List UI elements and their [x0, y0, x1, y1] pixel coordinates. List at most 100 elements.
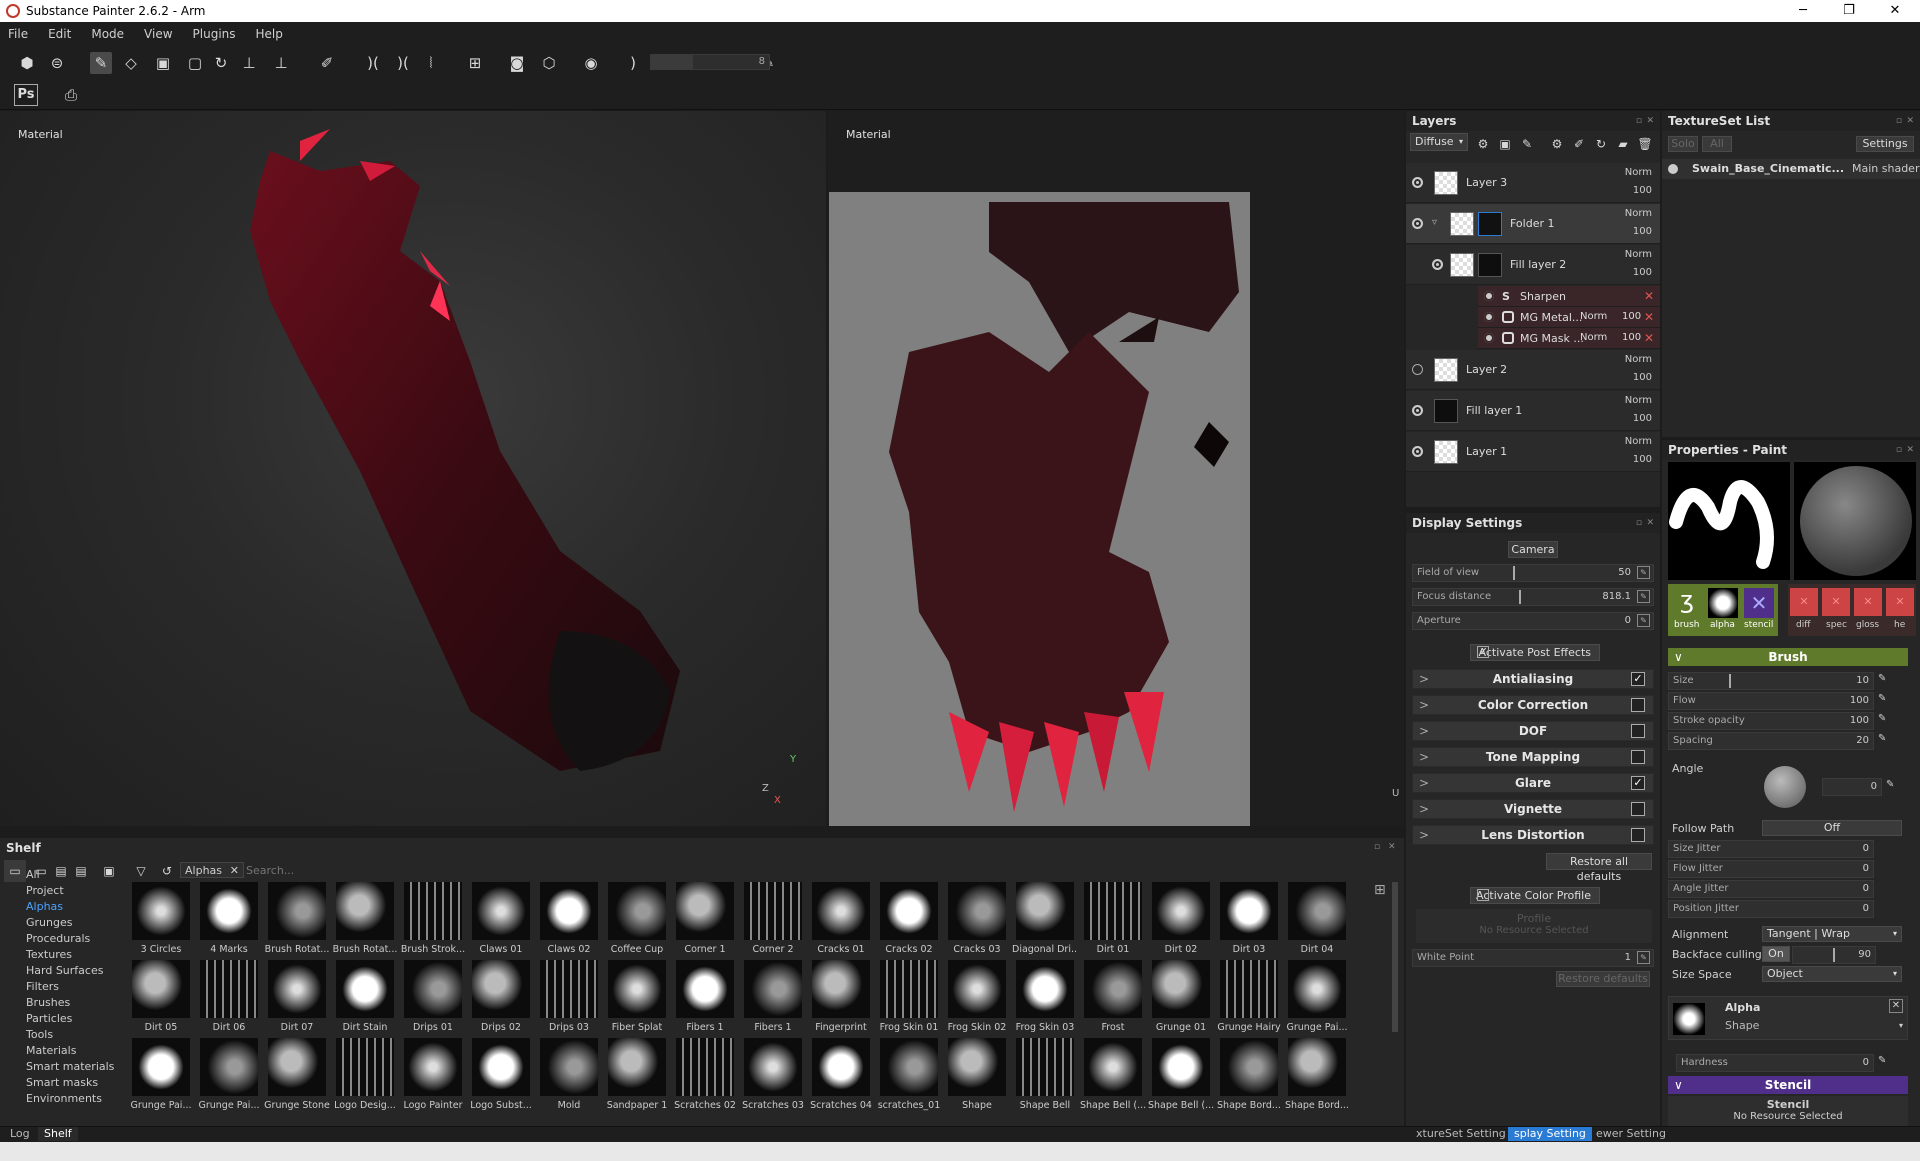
folder-row[interactable]: ▿ Folder 1 Norm 100 — [1406, 204, 1660, 244]
shelf-item[interactable]: Scratches 02 — [672, 1038, 738, 1116]
angle-jitter-slider[interactable]: Angle Jitter 0 — [1668, 880, 1874, 898]
shelf-item[interactable]: Cracks 02 — [876, 882, 942, 960]
panel-close-icon[interactable]: ✕ — [1906, 111, 1914, 131]
shelf-item[interactable]: Dirt 01 — [1080, 882, 1146, 960]
effect-row[interactable]: MG Mask ... Norm 100 ✕ — [1478, 328, 1660, 349]
shelf-item[interactable]: Dirt 06 — [196, 960, 262, 1038]
layer-blend[interactable]: Norm — [1625, 249, 1652, 260]
add-folder-icon[interactable]: ▰ — [1612, 133, 1634, 155]
effect-blend[interactable]: Norm — [1580, 311, 1607, 322]
flow-slider[interactable]: Flow 100 — [1668, 692, 1874, 710]
vignette-section[interactable]: > Vignette — [1412, 799, 1654, 819]
add-generator-icon[interactable]: ⚙ — [1546, 133, 1568, 155]
height-slot-icon[interactable]: ✕ — [1886, 588, 1914, 616]
shelf-category-item[interactable]: Filters — [26, 980, 59, 993]
layer-blend[interactable]: Norm — [1625, 167, 1652, 178]
shelf-item[interactable]: Logo Subst... — [468, 1038, 534, 1116]
shelf-item[interactable]: Claws 02 — [536, 882, 602, 960]
reset-filter-icon[interactable]: ↺ — [156, 860, 178, 882]
panel-close-icon[interactable]: ✕ — [1646, 513, 1654, 533]
stencil-slot[interactable]: Stencil No Resource Selected — [1668, 1096, 1908, 1130]
substance-logo-icon[interactable]: ⬢ — [16, 52, 38, 74]
viewport-layout-icon[interactable]: ⊞ — [464, 52, 486, 74]
backface-culling-slider[interactable]: 90 — [1792, 946, 1876, 964]
symmetry-mirror-icon[interactable]: ⦚ — [420, 52, 442, 74]
layer-row[interactable]: Fill layer 2 Norm 100 — [1406, 245, 1660, 285]
shelf-item[interactable]: Fibers 1 — [740, 960, 806, 1038]
antialiasing-section[interactable]: > Antialiasing ✓ — [1412, 669, 1654, 689]
shelf-item[interactable]: Corner 2 — [740, 882, 806, 960]
shelf-item[interactable]: Coffee Cup — [604, 882, 670, 960]
specular-slot-icon[interactable]: ✕ — [1822, 588, 1850, 616]
polygon-fill-icon[interactable]: ▢ — [184, 52, 206, 74]
layer-row[interactable]: Layer 3 Norm 100 — [1406, 163, 1660, 203]
shelf-item[interactable]: Drips 02 — [468, 960, 534, 1038]
size-slider[interactable]: Size 10 — [1668, 672, 1874, 690]
shelf-item[interactable]: Shape Bell — [1012, 1038, 1078, 1116]
layer-blend[interactable]: Norm — [1625, 436, 1652, 447]
size-space-select[interactable]: Object ▾ — [1762, 966, 1902, 982]
shelf-item[interactable]: Grunge Pai... — [196, 1038, 262, 1116]
add-mask-icon[interactable]: ▣ — [1494, 133, 1516, 155]
menu-plugins[interactable]: Plugins — [193, 27, 236, 41]
edit-value-icon[interactable]: ✎ — [1878, 693, 1886, 704]
shelf-item[interactable]: Drips 03 — [536, 960, 602, 1038]
layer-row[interactable]: Layer 1 Norm 100 — [1406, 432, 1660, 472]
shelf-item[interactable]: Frog Skin 01 — [876, 960, 942, 1038]
shelf-item[interactable]: Corner 1 — [672, 882, 738, 960]
shelf-category-item[interactable]: Environments — [26, 1092, 102, 1105]
field-of-view-slider[interactable]: Field of view 50 ✎ — [1412, 564, 1654, 582]
filter-icon[interactable]: ▽ — [130, 860, 152, 882]
add-effect-icon[interactable]: ⚙ — [1472, 133, 1494, 155]
shelf-item[interactable]: Dirt 03 — [1216, 882, 1282, 960]
shelf-item[interactable]: Fingerprint — [808, 960, 874, 1038]
shelf-item[interactable]: Dirt 04 — [1284, 882, 1350, 960]
stroke-opacity-slider[interactable]: Stroke opacity 100 — [1668, 712, 1874, 730]
visibility-eye-icon[interactable] — [1412, 446, 1423, 457]
flow-jitter-slider[interactable]: Flow Jitter 0 — [1668, 860, 1874, 878]
solo-button[interactable]: Solo — [1668, 136, 1698, 152]
log-tab[interactable]: Log — [4, 1127, 36, 1141]
shelf-item[interactable]: Dirt 05 — [128, 960, 194, 1038]
textureset-settings-button[interactable]: Settings — [1856, 136, 1914, 152]
effect-opacity[interactable]: 100 — [1622, 332, 1641, 343]
edit-value-icon[interactable]: ✎ — [1637, 951, 1650, 964]
tone-mapping-section[interactable]: > Tone Mapping — [1412, 747, 1654, 767]
channel-select[interactable]: Diffuse ▾ — [1410, 133, 1468, 151]
alpha-dropdown-icon[interactable]: ▾ — [1899, 1021, 1903, 1030]
shelf-category-item[interactable]: Grunges — [26, 916, 72, 929]
shelf-item[interactable]: Dirt Stain — [332, 960, 398, 1038]
camera-icon[interactable]: ◙ — [506, 52, 528, 74]
textureset-settings-tab[interactable]: xtureSet Setting — [1410, 1127, 1512, 1141]
effect-opacity[interactable]: 100 — [1622, 311, 1641, 322]
menu-view[interactable]: View — [144, 27, 172, 41]
layer-opacity[interactable]: 100 — [1633, 267, 1652, 278]
tone-mapping-checkbox[interactable] — [1631, 750, 1645, 764]
lens-distortion-section[interactable]: > Lens Distortion — [1412, 825, 1654, 845]
effect-row[interactable]: MG Metal... Norm 100 ✕ — [1478, 307, 1660, 328]
shelf-category-item[interactable]: Textures — [26, 948, 72, 961]
clone-icon[interactable]: ⊥ — [238, 52, 260, 74]
follow-path-toggle[interactable]: Off — [1762, 820, 1902, 836]
shelf-item[interactable]: Fiber Splat — [604, 960, 670, 1038]
brightness-slider[interactable]: 8 — [650, 54, 770, 70]
shelf-item[interactable]: Scratches 04 — [808, 1038, 874, 1116]
shader-name[interactable]: Main shader — [1852, 162, 1919, 175]
restore-all-defaults-button[interactable]: Restore all defaults — [1546, 853, 1652, 883]
brush-slot-icon[interactable]: ʒ — [1672, 586, 1702, 616]
shelf-item[interactable]: Scratches 03 — [740, 1038, 806, 1116]
add-paint-layer-icon[interactable]: ✐ — [1568, 133, 1590, 155]
focus-distance-slider[interactable]: Focus distance 818.1 ✎ — [1412, 588, 1654, 606]
effect-row[interactable]: S Sharpen ✕ — [1478, 286, 1660, 307]
shelf-search-input[interactable] — [246, 862, 1396, 878]
shelf-item[interactable]: Fibers 1 — [672, 960, 738, 1038]
edit-value-icon[interactable]: ✎ — [1878, 673, 1886, 684]
shelf-item[interactable]: Grunge Pai... — [128, 1038, 194, 1116]
shelf-scrollbar[interactable] — [1392, 882, 1398, 1032]
shelf-item[interactable]: Logo Desig... — [332, 1038, 398, 1116]
visibility-eye-icon[interactable] — [1668, 164, 1678, 174]
effect-blend[interactable]: Norm — [1580, 332, 1607, 343]
shelf-item[interactable]: Dirt 07 — [264, 960, 330, 1038]
shelf-item[interactable]: Mold — [536, 1038, 602, 1116]
activate-post-effects-toggle[interactable]: ✓ Activate Post Effects — [1470, 644, 1600, 661]
